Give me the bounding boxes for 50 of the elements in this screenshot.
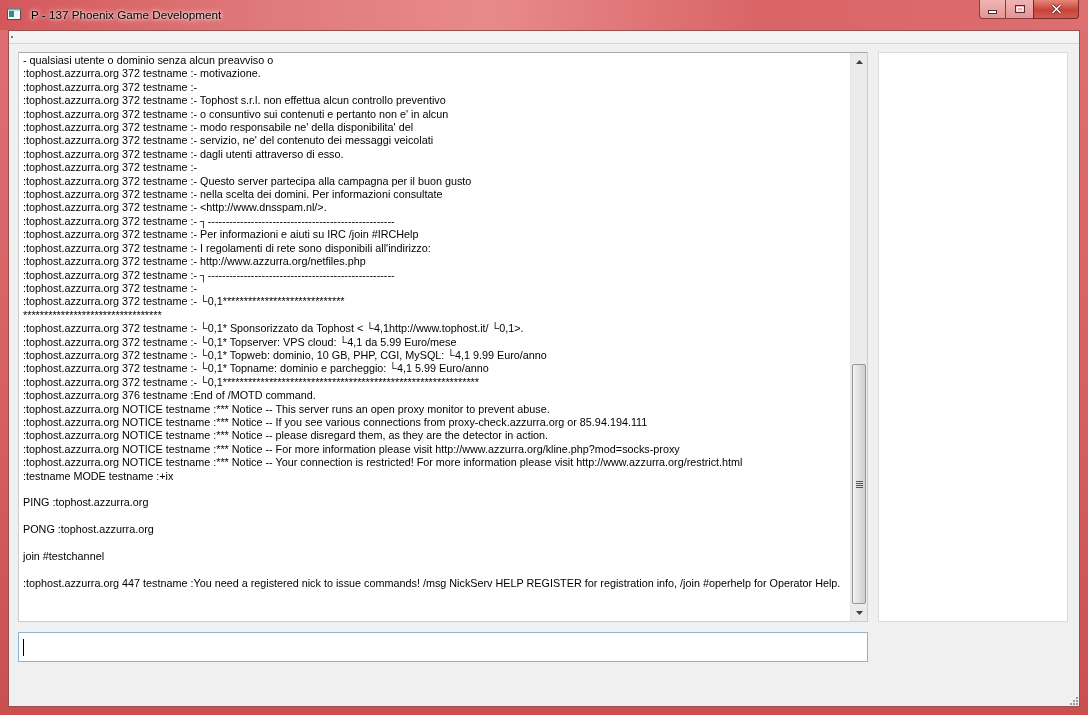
log-line: :tophost.azzurra.org NOTICE testname :*** Notice -- please disregard them, as they are the detector in action. [23, 429, 549, 443]
log-line: :tophost.azzurra.org 372 testname :- ┐---------------------------------------------------- [23, 214, 395, 229]
grip-lines-icon [855, 480, 863, 488]
maximize-button[interactable] [1006, 0, 1033, 19]
log-line: :tophost.azzurra.org NOTICE testname :*** Notice -- If you see various connections from proxy-check.azzurra.org or 85.94.194.111 [23, 415, 648, 430]
log-line: :tophost.azzurra.org 372 testname :- [23, 161, 198, 175]
log-line: :tophost.azzurra.org NOTICE testname :*** Notice -- Your connection is restricted! For more information please visit http://www.azzurra.org/restrict.html [23, 456, 743, 470]
resize-grip-icon[interactable] [1070, 697, 1078, 705]
log-line: :tophost.azzurra.org 372 testname :- └0,1* Topname: dominio e parcheggio: └4,1 5.99 Euro/anno [23, 362, 489, 376]
close-icon [1050, 4, 1062, 14]
log-line: :tophost.azzurra.org 372 testname :- <http://www.dnsspam.nl/>. [23, 201, 327, 215]
maximize-icon [1014, 5, 1025, 13]
app-window-icon [7, 8, 21, 20]
log-line: :tophost.azzurra.org 372 testname :- dagli utenti attraverso di esso. [23, 147, 344, 162]
log-line: :tophost.azzurra.org 376 testname :End of /MOTD command. [23, 389, 316, 403]
log-line: :tophost.azzurra.org 372 testname :- motivazione. [23, 67, 261, 81]
scroll-down-arrow-icon[interactable] [855, 610, 863, 615]
scroll-up-arrow-icon[interactable] [855, 59, 863, 64]
log-line: :tophost.azzurra.org 372 testname :- http://www.azzurra.org/netfiles.php [23, 255, 366, 269]
log-line: :tophost.azzurra.org 372 testname :- modo responsabile ne' della disponibilita' del [23, 121, 414, 135]
log-line: :tophost.azzurra.org 372 testname :- Tophost s.r.l. non effettua alcun controllo preventivo [23, 94, 446, 108]
log-line: :tophost.azzurra.org 372 testname :- o consuntivo sui contenuti e pertanto non e' in alcun [23, 107, 449, 122]
message-input-field[interactable] [18, 632, 868, 662]
log-line: - qualsiasi utente o dominio senza alcun preavviso o [23, 54, 274, 68]
log-line: join #testchannel [23, 550, 105, 564]
log-line: :tophost.azzurra.org 372 testname :- servizio, ne' del contenuto dei messaggi veicolati [23, 134, 434, 148]
log-line: :tophost.azzurra.org 372 testname :- [23, 281, 198, 296]
scrollbar-thumb[interactable] [852, 364, 866, 604]
log-line: :tophost.azzurra.org 372 testname :- └0,1************************************************************* [23, 375, 479, 390]
log-line: PONG :tophost.azzurra.org [23, 523, 154, 537]
log-line: :tophost.azzurra.org 372 testname :- ┐---------------------------------------------------- [23, 268, 395, 282]
window-title: P - 137 Phoenix Game Development [31, 8, 222, 22]
log-line: :tophost.azzurra.org 372 testname :- I regolamenti di rete sono disponibili all'indirizzo: [23, 241, 431, 256]
log-line: :tophost.azzurra.org 372 testname :- └0,1* Sponsorizzato da Tophost < └4,1http://www.tophost.it/ └0,1>. [23, 322, 524, 336]
log-line: :tophost.azzurra.org 447 testname :You need a registered nick to issue commands! /msg NickServ HELP REGISTER for registration info, /join #operhelp for Operator Help. [23, 576, 841, 591]
log-line: :tophost.azzurra.org 372 testname :- └0,1***************************** [23, 295, 345, 309]
close-button[interactable] [1033, 0, 1079, 19]
log-line: :tophost.azzurra.org NOTICE testname :*** Notice -- This server runs an open proxy monitor to prevent abuse. [23, 402, 550, 416]
log-line: :tophost.azzurra.org 372 testname :- Per informazioni e aiuti su IRC /join #IRCHelp [23, 228, 419, 242]
minimize-icon [988, 10, 997, 14]
log-line: :tophost.azzurra.org 372 testname :- [23, 80, 198, 95]
log-line: :tophost.azzurra.org 372 testname :- └0,1* Topweb: dominio, 10 GB, PHP, CGI, MySQL: └4,1 9.99 Euro/anno [23, 348, 547, 362]
minimize-button[interactable] [979, 0, 1006, 19]
log-line: ********************************* [23, 308, 162, 323]
log-line: :tophost.azzurra.org 372 testname :- └0,1* Topserver: VPS cloud: └4,1 da 5.99 Euro/mese [23, 335, 457, 349]
log-line: :tophost.azzurra.org 372 testname :- Questo server partecipa alla campagna per il buon gusto [23, 174, 472, 189]
log-line: :testname MODE testname :+ix [23, 469, 174, 483]
log-line: PING :tophost.azzurra.org [23, 496, 149, 510]
log-line: :tophost.azzurra.org 372 testname :- nella scelta dei domini. Per informazioni consultate [23, 188, 443, 202]
log-line: :tophost.azzurra.org NOTICE testname :*** Notice -- For more information please visit http://www.azzurra.org/kline.php?mod=socks-proxy [23, 442, 680, 457]
